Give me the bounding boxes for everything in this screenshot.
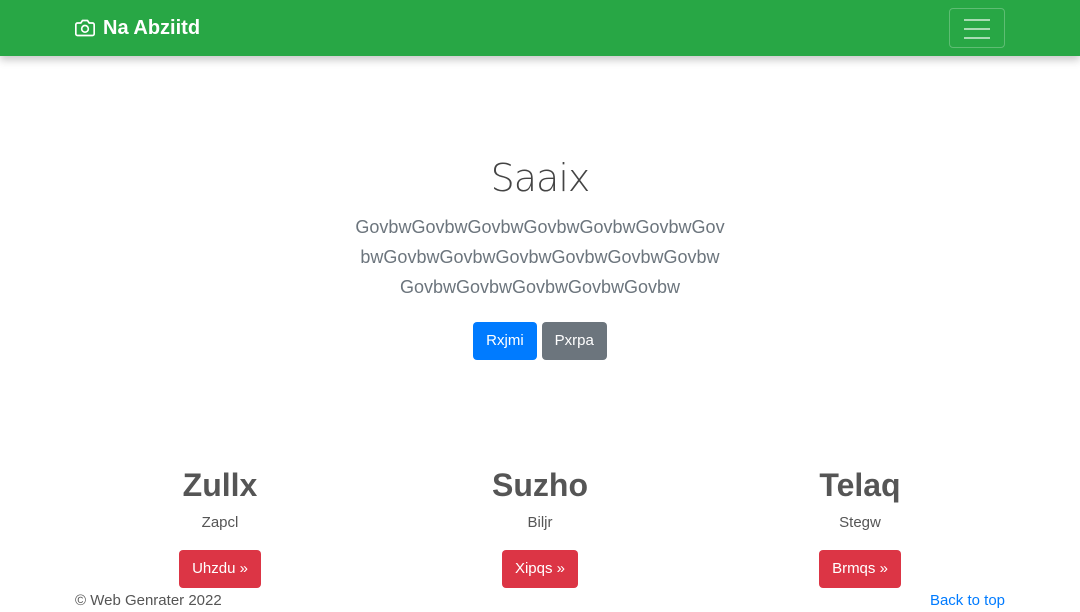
feature-column: Suzho Biljr Xipqs »: [380, 462, 700, 588]
feature-text: Stegw: [839, 514, 881, 531]
footer: © Web Genrater 2022 Back to top: [75, 590, 1005, 612]
navbar-toggler-button[interactable]: [949, 8, 1005, 48]
navbar: Na Abziitd: [0, 0, 1080, 56]
back-to-top-link[interactable]: Back to top: [930, 590, 1005, 612]
hero-section: Saaix GovbwGovbwGovbwGovbwGovbwGovbwGovb…: [0, 150, 1080, 360]
primary-cta-button[interactable]: Rxjmi: [473, 322, 537, 360]
camera-icon: [75, 19, 95, 37]
feature-text: Zapcl: [201, 514, 239, 531]
feature-title: Zullx: [182, 467, 258, 503]
feature-column: Zullx Zapcl Uhzdu »: [60, 462, 380, 588]
feature-button[interactable]: Xipqs »: [501, 550, 579, 588]
feature-button[interactable]: Uhzdu »: [179, 550, 261, 588]
brand-name: Na Abziitd: [103, 16, 201, 39]
hamburger-menu-icon: [964, 19, 990, 39]
feature-button[interactable]: Brmqs »: [819, 550, 901, 588]
hero-buttons: Rxjmi Pxrpa: [0, 322, 1080, 360]
feature-title: Suzho: [492, 467, 588, 503]
navbar-brand[interactable]: Na Abziitd: [75, 16, 200, 40]
features-row: Zullx Zapcl Uhzdu » Suzho Biljr Xipqs » …: [60, 462, 1020, 588]
hero-lead-text: GovbwGovbwGovbwGovbwGovbwGovbwGovbwGovbw…: [355, 217, 725, 297]
secondary-cta-button[interactable]: Pxrpa: [541, 322, 607, 360]
copyright-text: © Web Genrater 2022: [75, 592, 222, 609]
hero-title: Saaix: [490, 156, 591, 200]
feature-text: Biljr: [527, 514, 553, 531]
feature-column: Telaq Stegw Brmqs »: [700, 462, 1020, 588]
feature-title: Telaq: [819, 467, 901, 503]
